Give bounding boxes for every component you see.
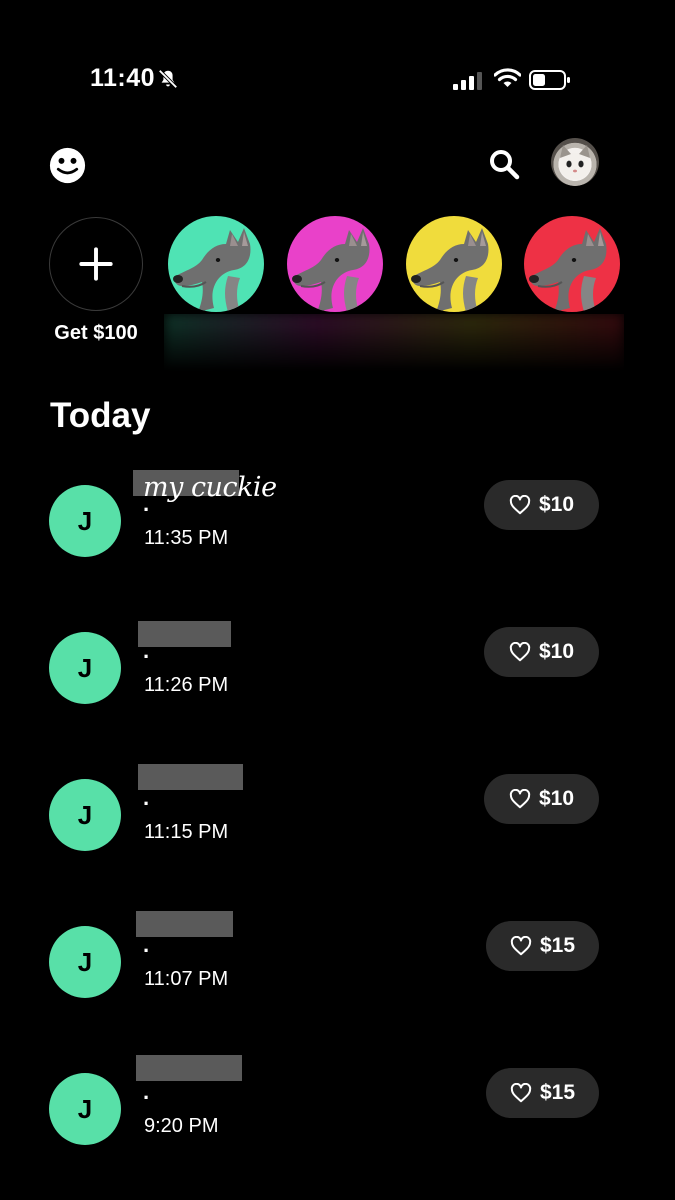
story-avatar[interactable]: [406, 216, 502, 312]
section-title-today: Today: [50, 396, 151, 435]
tip-button[interactable]: $10: [484, 627, 599, 677]
row-time: 11:07 PM: [144, 968, 229, 990]
activity-row[interactable]: J . 11:07 PM $15: [0, 911, 675, 1031]
battery-icon: [529, 70, 570, 90]
tip-button[interactable]: $15: [486, 1068, 599, 1118]
cat-photo-icon: [560, 145, 590, 179]
handwritten-caption: my cuckie: [143, 472, 277, 503]
redacted-name: [136, 1055, 242, 1081]
profile-avatar[interactable]: [551, 138, 599, 186]
tip-button[interactable]: $15: [486, 921, 599, 971]
row-time: 11:35 PM: [144, 527, 229, 549]
user-avatar[interactable]: J: [49, 485, 121, 557]
search-icon[interactable]: [487, 147, 521, 181]
story-avatar[interactable]: [287, 216, 383, 312]
activity-row[interactable]: J . 11:26 PM $10: [0, 617, 675, 737]
tip-amount: $10: [538, 787, 575, 810]
row-subtitle: .: [143, 638, 150, 663]
row-time: 11:26 PM: [144, 674, 229, 696]
heart-icon: [510, 936, 532, 956]
wolf-avatar-icon: [287, 216, 383, 312]
wolf-avatar-icon: [406, 216, 502, 312]
activity-row[interactable]: J . 11:15 PM $10: [0, 764, 675, 884]
heart-icon: [509, 495, 531, 515]
row-subtitle: .: [143, 785, 150, 810]
story-avatar[interactable]: [524, 216, 620, 312]
stories-reflection: [164, 314, 624, 372]
activity-row[interactable]: J . 9:20 PM $15: [0, 1055, 675, 1178]
tip-amount: $10: [538, 493, 575, 516]
user-avatar[interactable]: J: [49, 779, 121, 851]
status-time: 11:40: [90, 64, 156, 92]
wolf-avatar-icon: [168, 216, 264, 312]
user-avatar[interactable]: J: [49, 1073, 121, 1145]
user-avatar[interactable]: J: [49, 632, 121, 704]
wifi-icon: [494, 68, 521, 87]
add-story-label: Get $100: [54, 322, 138, 344]
row-time: 9:20 PM: [144, 1115, 219, 1137]
tip-amount: $10: [538, 640, 575, 663]
heart-icon: [510, 1083, 532, 1103]
heart-icon: [509, 642, 531, 662]
smiley-icon[interactable]: [49, 147, 86, 184]
wolf-avatar-icon: [524, 216, 620, 312]
cellular-signal-icon: [453, 72, 482, 90]
add-story-button[interactable]: [49, 217, 143, 311]
row-subtitle: .: [143, 932, 150, 957]
tip-button[interactable]: $10: [484, 774, 599, 824]
tip-amount: $15: [539, 1081, 576, 1104]
user-avatar[interactable]: J: [49, 926, 121, 998]
redacted-name: [136, 911, 233, 937]
plus-icon: [79, 247, 113, 281]
redacted-name: [138, 621, 231, 647]
bell-muted-icon: [158, 69, 178, 89]
tip-amount: $15: [539, 934, 576, 957]
heart-icon: [509, 789, 531, 809]
row-time: 11:15 PM: [144, 821, 229, 843]
row-subtitle: .: [143, 1079, 150, 1104]
activity-row[interactable]: J . 11:35 PM $10: [0, 470, 675, 590]
tip-button[interactable]: $10: [484, 480, 599, 530]
story-avatar[interactable]: [168, 216, 264, 312]
redacted-name: [138, 764, 243, 790]
